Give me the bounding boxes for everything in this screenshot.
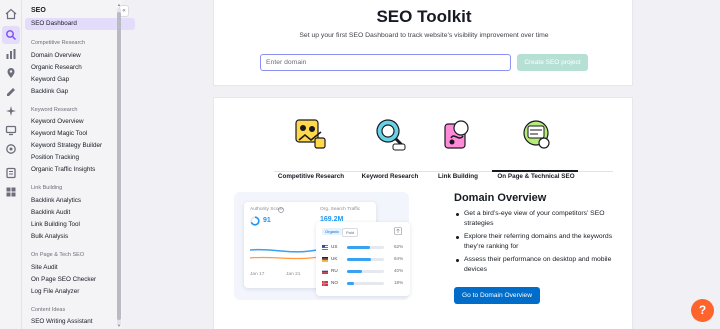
apps-icon[interactable]	[4, 185, 18, 199]
organic-toggle[interactable]: Organic	[322, 228, 343, 235]
tab-label: Competitive Research	[277, 173, 345, 180]
authority-gauge-icon	[250, 216, 260, 226]
date-label: Jan 17	[250, 272, 265, 277]
seo-icon[interactable]	[2, 26, 20, 44]
scroll-up-arrow-icon[interactable]: ▲	[117, 2, 121, 7]
traffic-label: Org. Search Traffic	[320, 207, 361, 212]
social-icon[interactable]	[4, 142, 18, 156]
norway-flag-icon	[322, 281, 328, 286]
database-row: NO 18%	[322, 280, 404, 288]
reports-icon[interactable]	[4, 166, 18, 180]
date-label: Jan 21	[286, 272, 301, 277]
paid-toggle[interactable]: Paid	[342, 228, 359, 237]
competitive-research-illustration-icon	[295, 119, 326, 149]
database-percent: 40%	[394, 268, 404, 273]
sidebar-heading: SEO	[31, 7, 46, 14]
content-icon[interactable]	[4, 85, 18, 99]
ads-icon[interactable]	[4, 123, 18, 137]
feature-bullet: Assess their performance on desktop and …	[454, 255, 614, 275]
germany-flag-icon	[322, 257, 328, 262]
database-code: UK	[331, 256, 338, 261]
feature-bullet: Explore their referring domains and the …	[454, 232, 614, 252]
tab-label: On Page & Technical SEO	[497, 173, 575, 180]
tab-label: Link Building	[438, 173, 478, 180]
home-icon[interactable]	[4, 7, 18, 21]
export-icon[interactable]	[394, 227, 402, 235]
database-percent: 64%	[394, 256, 404, 261]
chart-icon[interactable]	[4, 47, 18, 61]
database-code: RU	[331, 268, 338, 273]
sidebar-group-title: Keyword Research	[31, 107, 78, 113]
keyword-research-illustration-icon	[376, 119, 406, 151]
database-bar	[347, 282, 354, 285]
help-button[interactable]: ?	[691, 299, 714, 322]
setup-card: SEO Toolkit Set up your first SEO Dashbo…	[213, 0, 633, 86]
page-subtitle: Set up your first SEO Dashboard to track…	[299, 32, 549, 39]
info-icon	[278, 207, 284, 213]
domain-overview-preview: Authority Score 91 Org. Search Traffic 1…	[234, 192, 410, 300]
database-row: UK 64%	[322, 256, 404, 264]
databases-card: Organic Paid US 62% UK 64% RU 40% NO 18%	[316, 222, 410, 296]
icon-rail	[0, 0, 22, 329]
database-row: RU 40%	[322, 268, 404, 276]
database-bar	[347, 246, 370, 249]
domain-overview-features: Get a bird’s-eye view of your competitor…	[454, 209, 614, 278]
scroll-down-arrow-icon[interactable]: ▼	[117, 323, 121, 328]
tools-card: Competitive Research Keyword Research Li…	[213, 97, 633, 329]
active-tab-indicator	[492, 170, 578, 172]
us-flag-icon	[322, 245, 328, 250]
create-seo-project-button[interactable]: Create SEO project	[517, 54, 588, 71]
database-row: US 62%	[322, 244, 404, 252]
database-bar	[347, 258, 371, 261]
domain-overview-title: Domain Overview	[454, 192, 547, 204]
database-code: NO	[331, 280, 338, 285]
russia-flag-icon	[322, 269, 328, 274]
link-building-illustration-icon	[444, 120, 469, 149]
database-percent: 18%	[394, 280, 404, 285]
location-icon[interactable]	[4, 66, 18, 80]
on-page-seo-illustration-icon	[523, 120, 550, 149]
database-code: US	[331, 244, 338, 249]
go-to-domain-overview-button[interactable]: Go to Domain Overview	[454, 287, 540, 304]
sidebar-group-title: Link Building	[31, 185, 63, 191]
sidebar-scrollbar-thumb[interactable]	[117, 12, 121, 320]
sidebar: SEO « SEO Dashboard Competitive Research…	[22, 0, 135, 329]
feature-bullet: Get a bird’s-eye view of your competitor…	[454, 209, 614, 229]
authority-score-value: 91	[263, 217, 271, 224]
database-bar	[347, 270, 362, 273]
ai-sparkle-icon[interactable]	[4, 104, 18, 118]
page-title: SEO Toolkit	[376, 7, 472, 26]
sidebar-group-title: On Page & Tech SEO	[31, 252, 85, 258]
domain-input[interactable]: Enter domain	[260, 54, 511, 71]
database-percent: 62%	[394, 244, 404, 249]
sidebar-group-title: Content Ideas	[31, 307, 66, 313]
sidebar-group-title: Competitive Research	[31, 40, 86, 46]
